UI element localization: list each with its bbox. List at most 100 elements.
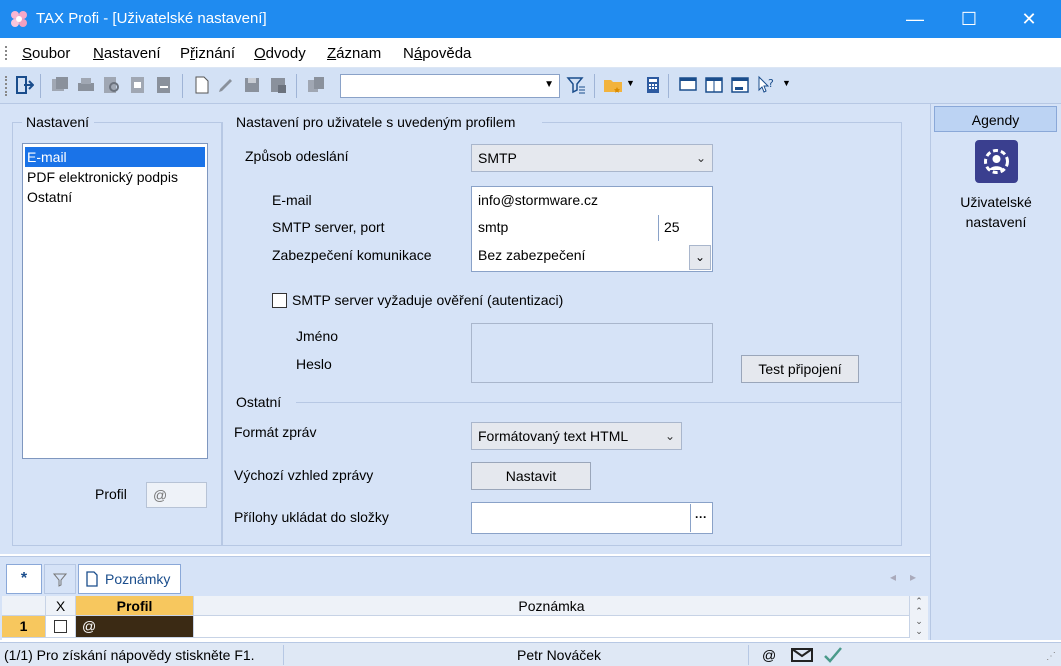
format-value: Formátovaný text HTML [478,428,629,444]
resize-grip-icon[interactable]: ⋰ [1046,651,1056,662]
chevron-down-icon: ▼ [544,79,554,90]
close-button[interactable]: ✕ [1006,0,1052,38]
security-dropdown-button[interactable]: ⌄ [689,245,711,270]
tab-notes[interactable]: Poznámky [78,564,181,594]
tab-new-note[interactable]: * [6,564,42,594]
menu-nastaveni[interactable]: Nastavení [93,45,161,62]
row-checkbox[interactable] [54,620,67,633]
svg-text:?: ? [768,77,774,90]
set-look-button[interactable]: Nastavit [471,462,591,490]
list-item-other[interactable]: Ostatní [25,187,205,207]
menu-bar: Soubor Nastavení Přiznání Odvody Záznam … [0,38,1061,68]
profile-legend: Nastavení pro uživatele s uvedeným profi… [234,114,518,130]
print-preview-icon[interactable] [102,75,122,95]
toolbar-separator [594,74,595,98]
attachments-folder-input[interactable] [471,502,713,534]
credentials-group-disabled [471,323,713,383]
left-legend: Nastavení [24,114,92,130]
status-profile: @ [762,647,777,663]
list-item-email[interactable]: E-mail [25,147,205,167]
chevron-down-icon: ⌄ [695,151,706,165]
format-label: Formát zpráv [234,424,317,440]
folder-favorite-icon[interactable] [603,75,623,95]
chevron-down-icon: ⌄ [694,250,706,264]
email-label: E-mail [272,192,312,208]
status-divider [283,645,284,665]
auth-checkbox[interactable] [272,293,287,308]
smtp-server-input[interactable]: smtp [478,215,656,239]
window-title: TAX Profi - [Uživatelské nastavení] [36,10,267,27]
calculator-icon[interactable] [643,75,663,95]
document-export-icon[interactable] [154,75,174,95]
fieldset-line [542,122,902,123]
status-message: (1/1) Pro získání nápovědy stiskněte F1. [4,647,255,663]
delete-icon[interactable] [268,75,288,95]
record-combo[interactable]: ▼ [340,74,560,98]
new-document-icon[interactable] [192,75,212,95]
password-label: Heslo [296,356,332,372]
print-icon[interactable] [76,75,96,95]
tab-notes-label: Poznámky [105,571,171,587]
toolbar: ▼ ▼ ? ▼ [0,68,1061,104]
copy-icon[interactable] [50,75,70,95]
minimize-button[interactable]: — [892,0,938,38]
save-icon[interactable] [242,75,262,95]
security-select-value[interactable]: Bez zabezpečení [478,243,688,267]
settings-list[interactable]: E-mail PDF elektronický podpis Ostatní [22,143,208,459]
duplicate-icon[interactable] [306,75,326,95]
notes-grid: X Profil Poznámka 1 @ ⌃ ⌃ ⌄ ⌄ [2,596,928,640]
smtp-label: SMTP server, port [272,219,385,235]
menu-soubor[interactable]: Soubor [22,45,70,62]
column-header-poznamka[interactable]: Poznámka [194,596,910,616]
browse-folder-button[interactable]: ··· [690,504,711,532]
test-connection-button[interactable]: Test připojení [741,355,859,383]
window-tile-icon[interactable] [704,75,724,95]
status-bar: (1/1) Pro získání nápovědy stiskněte F1.… [0,642,1061,666]
app-flower-icon [11,11,27,27]
row-checkbox-cell [46,616,76,638]
menu-priznani[interactable]: Přiznání [180,45,235,62]
menu-odvody[interactable]: Odvody [254,45,306,62]
list-item-pdf-signature[interactable]: PDF elektronický podpis [25,167,205,187]
auth-checkbox-label: SMTP server vyžaduje ověření (autentizac… [292,292,564,308]
fieldset-line [12,122,22,123]
row-poznamka-cell[interactable] [194,616,910,638]
filter-icon[interactable] [566,75,586,95]
scroll-right-icon[interactable]: ▸ [910,570,916,584]
menu-napoveda[interactable]: Nápověda [403,45,471,62]
window-minimize-all-icon[interactable] [730,75,750,95]
user-settings-label-line1: Uživatelské [960,194,1032,210]
security-label: Zabezpečení komunikace [272,247,432,263]
format-select[interactable]: Formátovaný text HTML ⌄ [471,422,682,450]
column-header-x[interactable]: X [46,596,76,616]
user-settings-label[interactable]: Uživatelské nastavení [940,192,1052,232]
chevron-down-icon: ⌄ [664,429,675,443]
scroll-left-icon[interactable]: ◂ [890,570,896,584]
exit-icon[interactable] [14,75,34,95]
menu-zaznam[interactable]: Záznam [327,45,381,62]
chevron-down-icon[interactable]: ▼ [626,78,635,88]
email-input[interactable]: info@stormware.cz [478,188,708,212]
smtp-port-input[interactable]: 25 [664,215,708,239]
default-look-label: Výchozí vzhled zprávy [234,467,374,483]
help-pointer-icon[interactable]: ? [756,75,776,95]
edit-icon[interactable] [216,75,236,95]
column-header-profil[interactable]: Profil [76,596,194,616]
agendy-header: Agendy [934,106,1057,132]
maximize-button[interactable]: ☐ [946,0,992,38]
toolbar-separator [296,74,297,98]
grid-scrollbar[interactable]: ⌃ ⌃ ⌄ ⌄ [910,596,928,640]
window-cascade-icon[interactable] [678,75,698,95]
mail-status-icon[interactable] [791,647,813,663]
row-profil-cell[interactable]: @ [76,616,194,638]
user-settings-label-line2: nastavení [965,214,1027,230]
tab-filter[interactable] [44,564,76,594]
smtp-port-divider [658,215,659,241]
profile-field[interactable]: @ [146,482,207,508]
user-settings-icon[interactable] [975,140,1018,183]
fieldset-line [296,402,902,403]
toolbar-separator [182,74,183,98]
export-pdf-icon[interactable] [128,75,148,95]
send-method-select[interactable]: SMTP ⌄ [471,144,713,172]
chevron-down-icon[interactable]: ▼ [782,78,791,88]
